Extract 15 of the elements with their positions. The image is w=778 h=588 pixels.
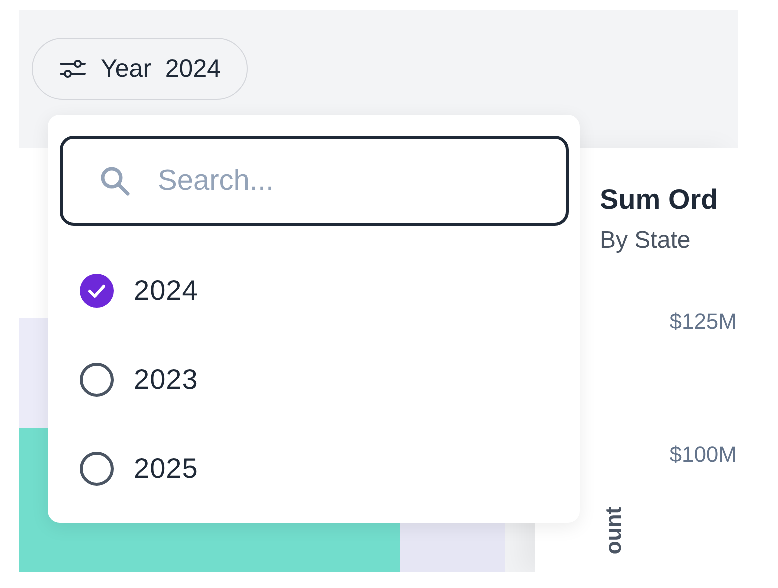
y-tick-label: $125M (668, 308, 738, 336)
chart-title: Sum Ord (600, 183, 720, 217)
radio-icon[interactable] (80, 362, 114, 396)
year-option[interactable]: 2023 (134, 364, 198, 396)
search-icon (99, 165, 131, 197)
year-option[interactable]: 2025 (134, 452, 198, 484)
y-axis-label: ount (603, 507, 625, 555)
checked-radio-icon[interactable] (80, 274, 114, 308)
sliders-icon (59, 57, 87, 81)
chart-subtitle: By State (600, 226, 692, 255)
year-filter-button[interactable]: Year 2024 (32, 38, 248, 100)
radio-icon[interactable] (80, 452, 114, 486)
y-tick-label: $100M (668, 441, 738, 469)
search-field[interactable]: Search... (60, 136, 569, 226)
year-option[interactable]: 2024 (134, 274, 198, 306)
